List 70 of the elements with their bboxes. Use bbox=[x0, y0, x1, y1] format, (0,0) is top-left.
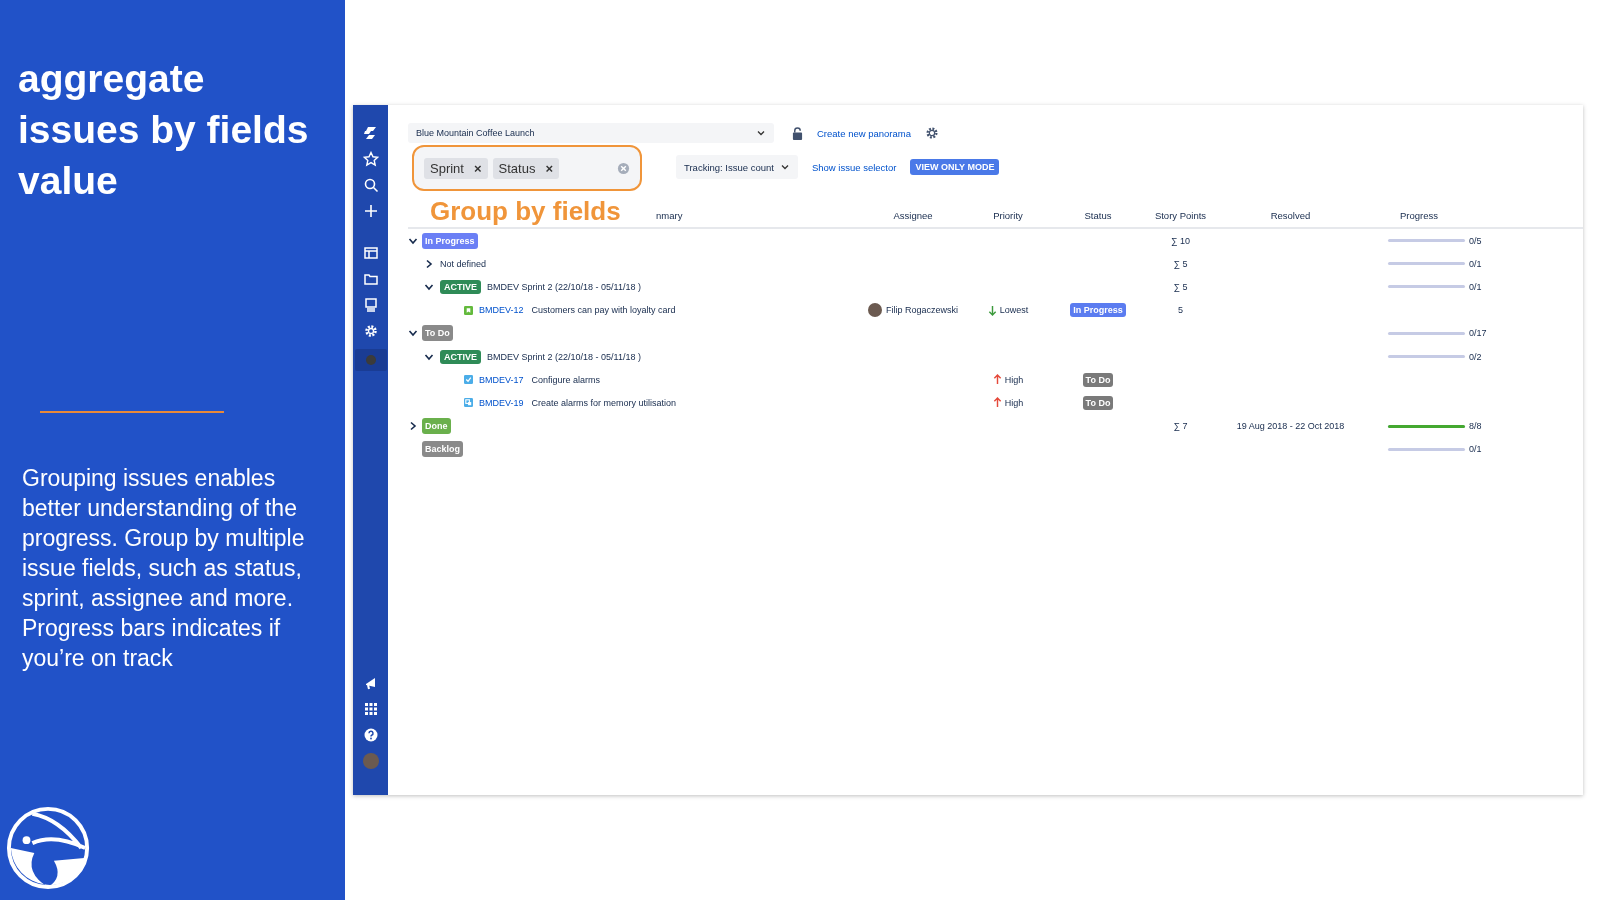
status-group-label[interactable]: In Progress bbox=[422, 232, 478, 249]
story-points-header[interactable]: Story Points bbox=[1154, 209, 1207, 221]
create-panorama-link[interactable]: Create new panorama bbox=[817, 127, 911, 139]
folder-icon[interactable] bbox=[362, 271, 379, 287]
plus-icon[interactable] bbox=[362, 203, 379, 219]
group-by-caption: Group by fields bbox=[430, 196, 621, 227]
group-value: Not defined bbox=[440, 258, 487, 269]
app-grid-icon[interactable] bbox=[362, 701, 379, 717]
settings-icon[interactable] bbox=[362, 323, 379, 339]
progress-count: 0/1 bbox=[1469, 258, 1482, 269]
priority-label: High bbox=[1004, 397, 1024, 408]
slide-description: Grouping issues enables better understanding of the progress. Group by multiple issue fields, such as status, sprint, assignee and more. Progress bars indicates if you’re on track bbox=[22, 464, 306, 673]
status-label: To Do bbox=[1082, 395, 1114, 410]
issue-summary: Customers can pay with loyalty card bbox=[531, 305, 676, 316]
status-header[interactable]: Status bbox=[1084, 209, 1112, 221]
view-only-mode-button[interactable]: VIEW ONLY MODE bbox=[910, 159, 1000, 175]
summary-header[interactable]: nmary bbox=[656, 209, 683, 221]
issue-key-link[interactable]: BMDEV-17 bbox=[479, 374, 524, 385]
sprint-name: BMDEV Sprint 2 (22/10/18 - 05/11/18 ) bbox=[487, 351, 641, 362]
issue-key-link[interactable]: BMDEV-12 bbox=[479, 305, 524, 316]
group-by-field[interactable]: Sprint × Status × bbox=[412, 145, 642, 191]
chevron-down-icon[interactable] bbox=[779, 162, 790, 172]
sprint-state-tag: ACTIVE bbox=[440, 279, 481, 294]
priority-header[interactable]: Priority bbox=[993, 209, 1023, 221]
settings-icon[interactable] bbox=[925, 126, 939, 140]
progress-count: 0/1 bbox=[1469, 281, 1482, 292]
avatar bbox=[868, 303, 882, 318]
progress-header[interactable]: Progress bbox=[1400, 209, 1438, 221]
story-points: ∑ 7 bbox=[1173, 421, 1188, 432]
issue-summary: Configure alarms bbox=[531, 374, 601, 385]
priority-label: High bbox=[1004, 374, 1024, 385]
progress-count: 0/5 bbox=[1469, 235, 1482, 246]
help-icon[interactable] bbox=[362, 727, 379, 743]
story-points: 5 bbox=[1178, 305, 1183, 316]
story-points: ∑ 10 bbox=[1171, 235, 1190, 246]
show-issue-selector-link[interactable]: Show issue selector bbox=[811, 161, 897, 173]
story-points: ∑ 5 bbox=[1173, 281, 1188, 292]
progress-count: 8/8 bbox=[1469, 421, 1482, 432]
project-dropdown[interactable]: Blue Mountain Coffee Launch bbox=[408, 123, 774, 143]
progress-count: 0/17 bbox=[1469, 328, 1487, 339]
resolved-dates: 19 Aug 2018 - 22 Oct 2018 bbox=[1236, 421, 1345, 432]
chip-label: Sprint bbox=[430, 160, 464, 176]
priority-label: Lowest bbox=[999, 305, 1029, 316]
board-icon[interactable] bbox=[362, 245, 379, 261]
issue-summary: Create alarms for memory utilisation bbox=[531, 397, 677, 408]
story-points: ∑ 5 bbox=[1173, 258, 1188, 269]
sprint-state-tag: ACTIVE bbox=[440, 349, 481, 364]
star-icon[interactable] bbox=[362, 151, 379, 167]
slide-heading: aggregate issues by fields value bbox=[18, 56, 310, 204]
logo-icon[interactable] bbox=[362, 125, 379, 141]
assignee-name: Filip Rogaczewski bbox=[886, 305, 958, 316]
assignee-header[interactable]: Assignee bbox=[893, 209, 933, 221]
chevron-right-icon[interactable] bbox=[408, 421, 418, 432]
resolved-header[interactable]: Resolved bbox=[1270, 209, 1311, 221]
remove-button[interactable]: × bbox=[545, 160, 553, 176]
status-label: In Progress bbox=[1070, 303, 1126, 318]
chevron-right-icon[interactable] bbox=[424, 258, 434, 269]
chevron-down-icon[interactable] bbox=[408, 328, 418, 339]
remove-button[interactable]: × bbox=[473, 160, 482, 176]
monitor-icon[interactable] bbox=[362, 297, 379, 313]
sprint-name: BMDEV Sprint 2 (22/10/18 - 05/11/18 ) bbox=[487, 281, 641, 292]
search-icon[interactable] bbox=[362, 177, 379, 193]
chip-label: Status bbox=[498, 160, 536, 176]
chevron-down-icon[interactable] bbox=[756, 128, 766, 138]
tracking-dropdown[interactable]: Tracking: Issue count bbox=[676, 155, 798, 179]
progress-count: 0/2 bbox=[1469, 351, 1482, 362]
status-label: To Do bbox=[1082, 372, 1114, 387]
progress-count: 0/1 bbox=[1469, 444, 1482, 455]
issue-key-link[interactable]: BMDEV-19 bbox=[479, 397, 524, 408]
lock-icon[interactable] bbox=[792, 126, 803, 140]
